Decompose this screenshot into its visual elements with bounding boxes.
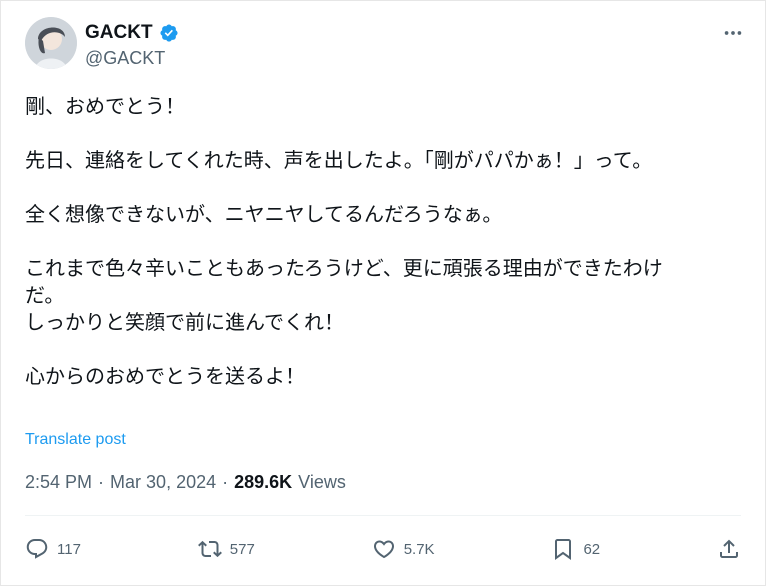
post-date[interactable]: Mar 30, 2024 [110, 472, 216, 493]
repost-button[interactable]: 577 [197, 537, 255, 561]
avatar-image [25, 17, 77, 69]
avatar[interactable] [25, 17, 77, 69]
reply-count: 117 [57, 540, 81, 558]
post-line [25, 336, 735, 363]
post-time[interactable]: 2:54 PM [25, 472, 92, 493]
bookmark-icon [555, 539, 572, 560]
divider [25, 515, 741, 516]
post-line: 全く想像できないが、ニヤニヤしてるんだろうなぁ。 [25, 202, 503, 226]
share-button[interactable] [717, 537, 741, 561]
post-line [25, 228, 735, 255]
bookmark-button[interactable]: 62 [551, 537, 600, 561]
post-line: 剛、おめでとう！ [25, 94, 185, 118]
reply-button[interactable]: 117 [25, 537, 81, 561]
repost-icon [197, 540, 222, 558]
translate-post-link[interactable]: Translate post [25, 431, 126, 449]
views-label: Views [298, 472, 346, 492]
views-count: 289.6K [234, 472, 293, 492]
post-line: これまで色々辛いこともあったろうけど、更に頑張る理由ができたわけ [25, 256, 663, 280]
more-icon[interactable] [719, 21, 747, 45]
verified-badge-icon [159, 23, 179, 43]
meta-separator: · [98, 472, 105, 492]
action-bar: 117 577 5.7K 62 [25, 531, 741, 567]
author-name-row: GACKT [85, 22, 179, 44]
share-icon [720, 539, 738, 558]
post-line: 心からのおめでとうを送るよ！ [25, 364, 305, 388]
post-line [25, 174, 735, 201]
post-line [25, 120, 735, 147]
meta-separator: · [222, 472, 229, 492]
repost-count: 577 [229, 540, 255, 558]
post-line: しっかりと笑顔で前に進んでくれ！ [25, 310, 344, 334]
like-count: 5.7K [403, 540, 435, 558]
author-name[interactable]: GACKT [85, 22, 153, 44]
heart-icon [373, 540, 394, 559]
post-line: 先日、連絡をしてくれた時、声を出したよ。「剛がパパかぁ！」って。 [25, 148, 653, 172]
post-meta: 2:54 PM · Mar 30, 2024 · 289.6K Views [25, 472, 346, 493]
post-line: だ。 [25, 283, 65, 307]
post-text: 剛、おめでとう！ 先日、連絡をしてくれた時、声を出したよ。「剛がパパかぁ！」って… [25, 93, 735, 390]
bookmark-count: 62 [583, 540, 601, 558]
post-card: GACKT @GACKT 剛、おめでとう！ 先日、連絡をしてくれた時、声を出した… [0, 0, 766, 586]
author-handle[interactable]: @GACKT [85, 48, 165, 68]
reply-icon [26, 539, 48, 559]
like-button[interactable]: 5.7K [372, 537, 435, 561]
